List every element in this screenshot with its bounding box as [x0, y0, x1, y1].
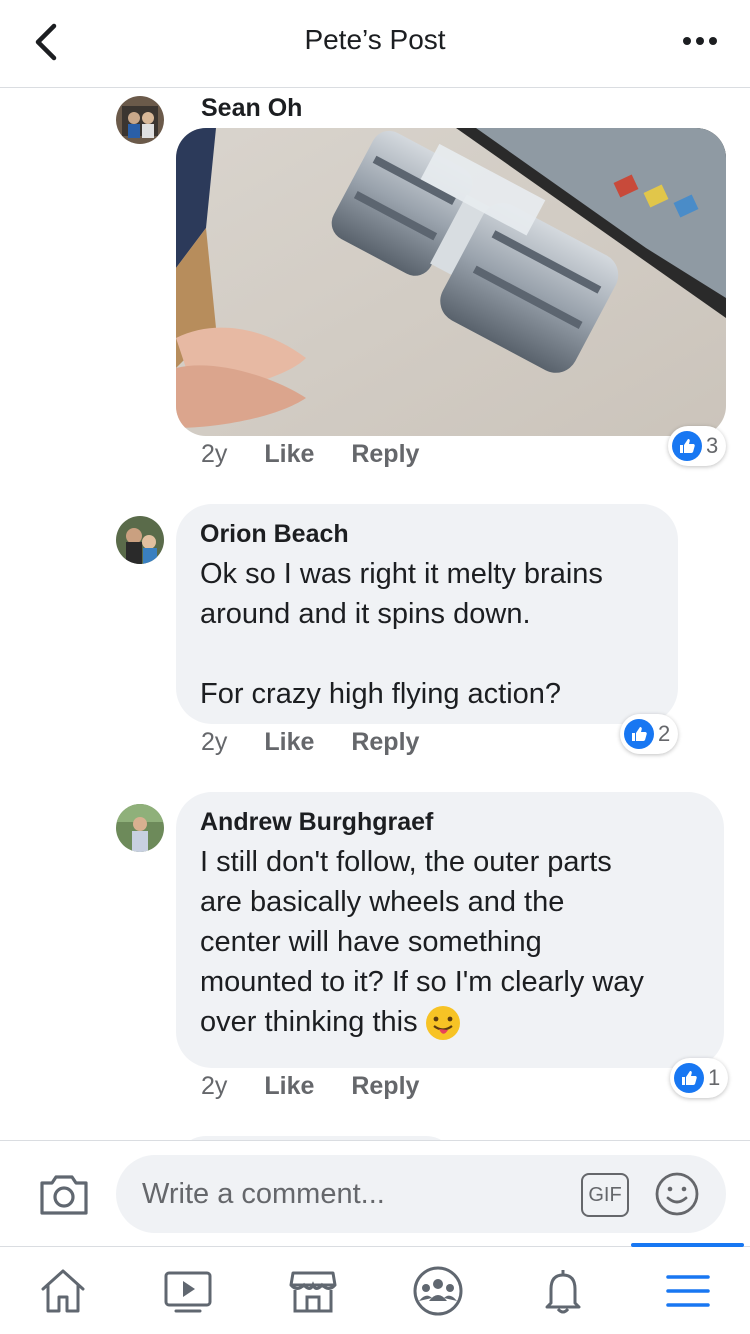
- comment-text-content: I still don't follow, the outer parts ar…: [200, 846, 644, 1038]
- marketplace-icon: [289, 1271, 336, 1313]
- video-attachment[interactable]: [176, 128, 726, 436]
- comment-actions: 2y Like Reply: [201, 440, 449, 469]
- reaction-number: 3: [706, 433, 719, 458]
- like-reaction-icon: [624, 719, 654, 749]
- reply-button[interactable]: Reply: [351, 1072, 419, 1100]
- comment-author[interactable]: Sean Oh: [201, 94, 302, 123]
- nav-watch[interactable]: [125, 1247, 250, 1334]
- comment-age: 2y: [201, 728, 228, 756]
- reaction-count[interactable]: 3: [668, 426, 727, 466]
- comment-author[interactable]: Andrew Burghgraef: [200, 808, 433, 837]
- reply-button[interactable]: Reply: [351, 440, 419, 468]
- comment-age: 2y: [201, 1072, 228, 1100]
- like-button[interactable]: Like: [264, 1072, 314, 1100]
- page-title: Pete’s Post: [304, 24, 446, 55]
- reaction-number: 2: [658, 721, 671, 746]
- comment-input-box[interactable]: GIF: [116, 1155, 726, 1233]
- bottom-navigation: [0, 1243, 750, 1334]
- comment-actions: 2y Like Reply: [201, 1072, 449, 1101]
- nav-menu[interactable]: [625, 1247, 750, 1334]
- reaction-number: 1: [708, 1065, 721, 1090]
- reply-button[interactable]: Reply: [351, 728, 419, 756]
- emoji-icon[interactable]: [654, 1171, 700, 1217]
- comment-age: 2y: [201, 440, 228, 468]
- comment-author[interactable]: Orion Beach: [200, 520, 349, 549]
- like-button[interactable]: Like: [264, 440, 314, 468]
- more-icon[interactable]: [680, 26, 720, 56]
- comment-composer: GIF: [0, 1140, 750, 1246]
- reaction-count[interactable]: 2: [620, 714, 679, 754]
- comment-actions: 2y Like Reply: [201, 728, 449, 757]
- avatar[interactable]: [116, 516, 164, 564]
- video-icon: [164, 1271, 211, 1313]
- groups-icon: [413, 1266, 462, 1316]
- like-reaction-icon: [672, 431, 702, 461]
- camera-icon[interactable]: [38, 1171, 90, 1217]
- comment-bubble[interactable]: Andrew Burghgraef I still don't follow, …: [176, 792, 724, 1068]
- menu-icon: [665, 1275, 710, 1307]
- avatar[interactable]: [116, 804, 164, 852]
- top-bar: Pete’s Post: [0, 0, 750, 88]
- nav-marketplace[interactable]: [250, 1247, 375, 1334]
- reaction-count[interactable]: 1: [670, 1058, 729, 1098]
- notifications-icon: [545, 1270, 580, 1314]
- nav-notifications[interactable]: [500, 1247, 625, 1334]
- gif-icon[interactable]: GIF: [581, 1173, 629, 1217]
- comment-text: Ok so I was right it melty brains around…: [200, 558, 603, 710]
- like-button[interactable]: Like: [264, 728, 314, 756]
- avatar[interactable]: [116, 96, 164, 144]
- home-icon: [41, 1269, 84, 1313]
- like-reaction-icon: [674, 1063, 704, 1093]
- comment-text: I still don't follow, the outer parts ar…: [200, 842, 644, 1042]
- nav-home[interactable]: [0, 1247, 125, 1334]
- comment-input[interactable]: [142, 1155, 572, 1233]
- comment-bubble[interactable]: Orion Beach Ok so I was right it melty b…: [176, 504, 678, 724]
- nav-groups[interactable]: [375, 1247, 500, 1334]
- tongue-emoji-icon: [424, 1004, 462, 1042]
- comments-feed[interactable]: Sean Oh 2y Like Reply 3 Orion Beach Ok s…: [0, 88, 750, 1140]
